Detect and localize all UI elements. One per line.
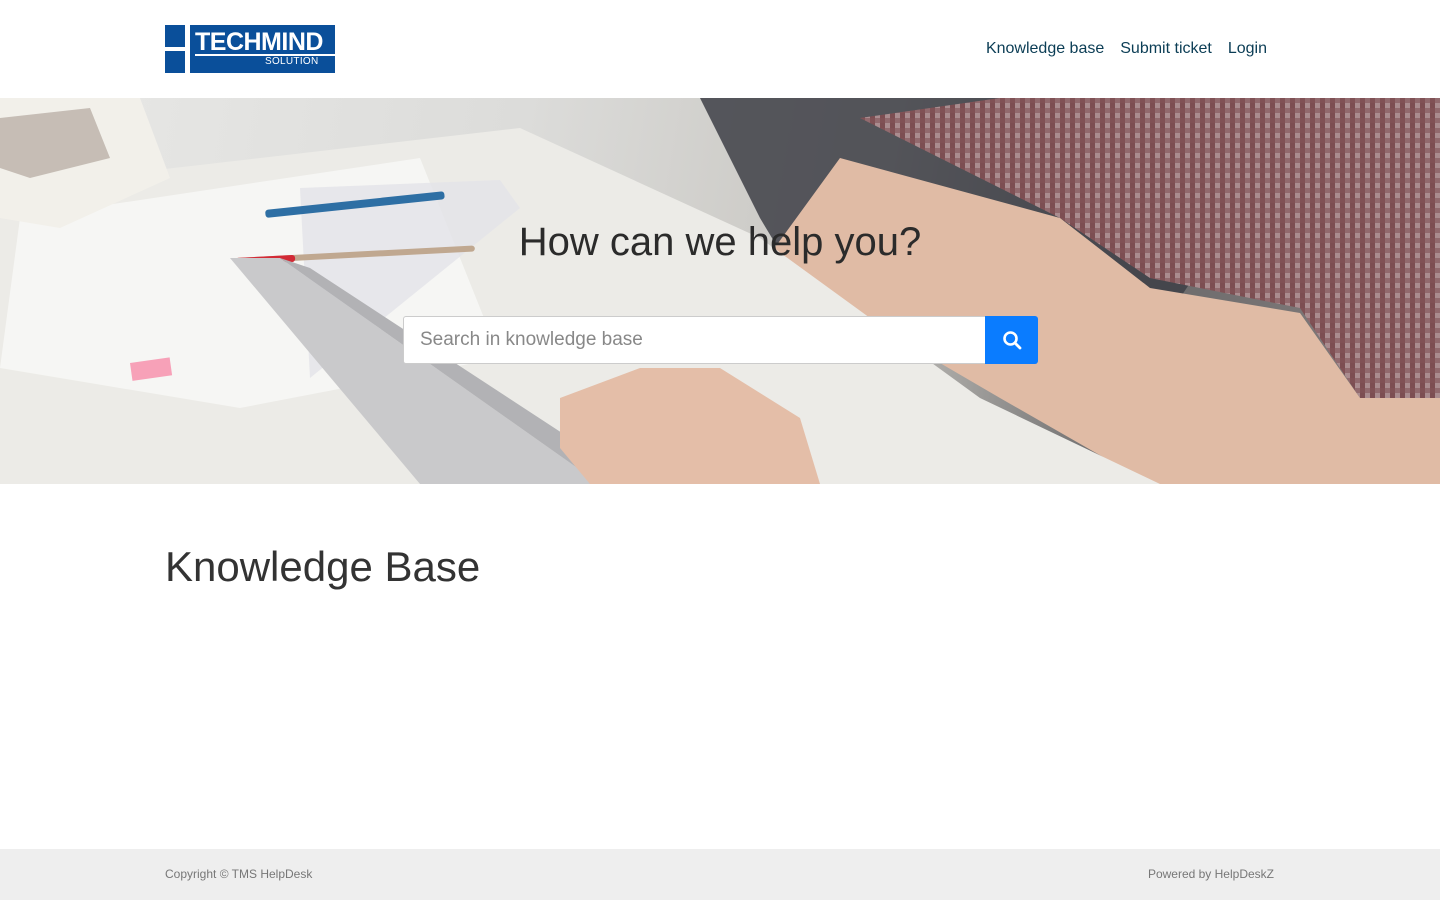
logo-subtext: SOLUTION	[265, 56, 319, 67]
logo-text: TECHMIND	[195, 28, 323, 56]
techmind-logo[interactable]: TECHMIND SOLUTION	[165, 25, 335, 73]
site-footer: Copyright © TMS HelpDesk Powered by Help…	[0, 849, 1440, 900]
knowledge-base-heading: Knowledge Base	[165, 543, 481, 590]
hero-banner: How can we help you?	[0, 98, 1440, 484]
nav-knowledge-base[interactable]: Knowledge base	[986, 38, 1104, 60]
nav-submit-ticket[interactable]: Submit ticket	[1120, 38, 1212, 60]
search-icon	[1002, 331, 1021, 350]
copyright-text: Copyright © TMS HelpDesk	[165, 867, 313, 881]
search-button[interactable]	[985, 316, 1038, 364]
powered-by-text: Powered by HelpDeskZ	[1147, 867, 1274, 881]
search-form	[403, 316, 1038, 364]
site-header: TECHMIND SOLUTION Knowledge base Submit …	[0, 0, 1440, 98]
search-input[interactable]	[403, 316, 985, 364]
logo-cross-horizontal	[165, 47, 190, 51]
nav-login[interactable]: Login	[1228, 38, 1267, 60]
hero-title: How can we help you?	[518, 220, 922, 264]
hero-background-photo	[0, 98, 1440, 484]
main-nav: Knowledge base Submit ticket Login	[986, 38, 1267, 60]
